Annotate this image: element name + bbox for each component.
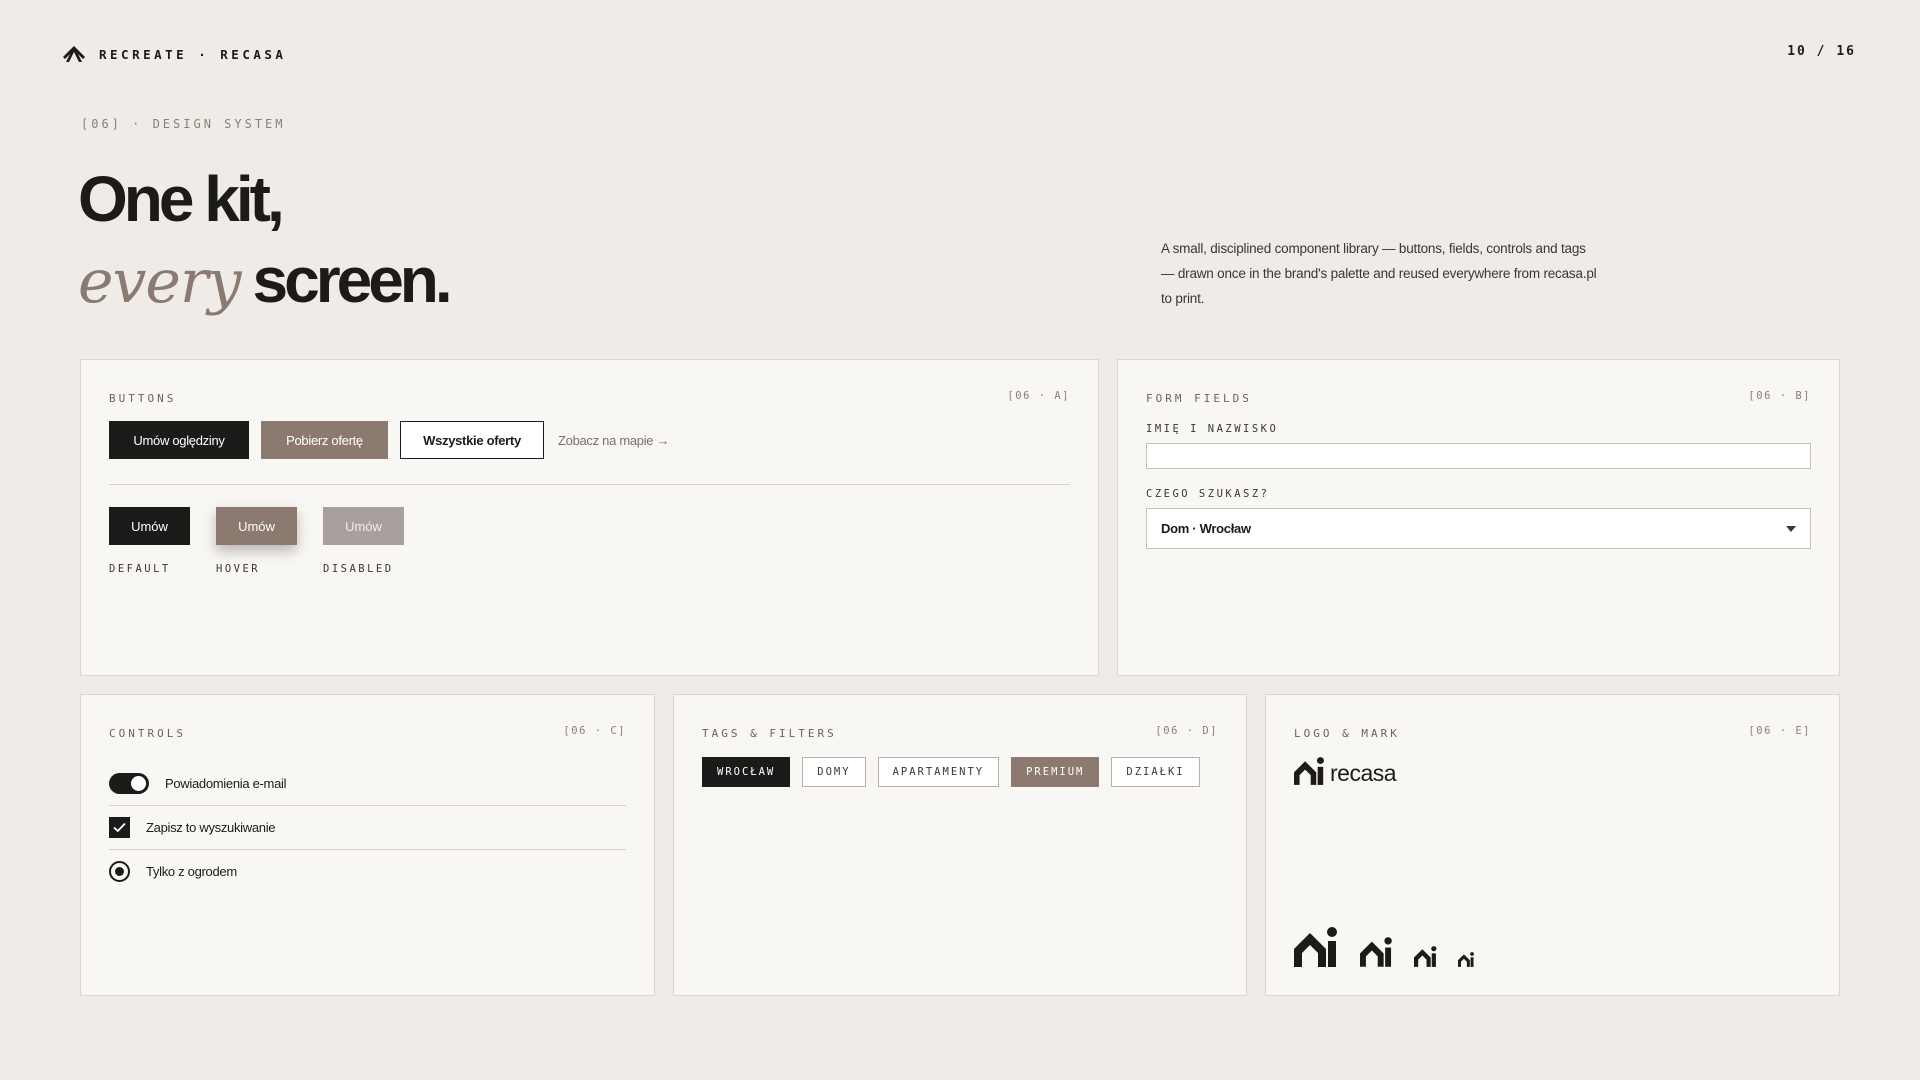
headline-line2: every screen. [78,238,453,340]
default-state-button[interactable]: Umów [109,507,190,545]
name-field[interactable] [1146,443,1811,469]
headline-line1: One kit, [78,163,285,235]
button-variants: Umów oględziny Pobierz ofertę Wszystkie … [109,421,670,459]
card-title: TAGS & FILTERS [702,727,837,740]
page-title: One kit, every screen. [78,160,453,340]
tag-dzialki[interactable]: DZIAŁKI [1111,757,1200,787]
logo-lockup: recasa [1294,757,1397,786]
logo-wordmark: recasa [1330,760,1397,786]
hover-state-button[interactable]: Umów [216,507,297,545]
house-mark-icon [1458,952,1474,967]
state-default: Umów DEFAULT [109,507,190,575]
divider [109,484,1070,485]
tag-list: WROCŁAW DOMY APARTAMENTY PREMIUM DZIAŁKI [702,757,1200,787]
radio-label: Tylko z ogrodem [146,863,237,879]
state-label: DISABLED [323,563,394,575]
email-notifications-control: Powiadomienia e-mail [109,761,626,805]
primary-button[interactable]: Umów oględziny [109,421,249,459]
card-code: [06 · D] [1155,725,1218,737]
card-title: FORM FIELDS [1146,392,1252,405]
checkbox-label: Zapisz to wyszukiwanie [146,819,276,835]
outline-button[interactable]: Wszystkie oferty [400,421,544,459]
house-mark-icon [1294,757,1324,785]
intro-description: A small, disciplined component library —… [1161,241,1597,306]
name-field-label: IMIĘ I NAZWISKO [1146,423,1279,435]
state-label: HOVER [216,563,261,575]
card-code: [06 · E] [1748,725,1811,737]
state-disabled: Umów DISABLED [323,507,404,575]
brand-leaf-icon [63,46,85,62]
card-title: BUTTONS [109,392,177,405]
brand-name: RECREATE · RECASA [99,46,287,62]
section-label: [06] · DESIGN SYSTEM [81,117,286,131]
secondary-button[interactable]: Pobierz ofertę [261,421,388,459]
tags-filters-card: TAGS & FILTERS [06 · D] WROCŁAW DOMY APA… [673,694,1247,996]
form-fields-card: FORM FIELDS [06 · B] IMIĘ I NAZWISKO CZE… [1117,359,1840,676]
house-mark-icon [1414,946,1437,967]
card-title: CONTROLS [109,727,186,740]
house-mark-icon [1360,937,1392,967]
logo-mark-card: LOGO & MARK [06 · E] recasa [1265,694,1840,996]
headline-italic: every [78,247,241,317]
card-title: LOGO & MARK [1294,727,1400,740]
house-mark-icon [1294,927,1337,967]
state-hover: Umów HOVER [216,507,297,575]
chevron-down-icon [1786,525,1796,532]
search-select[interactable]: Dom · Wrocław [1146,508,1811,549]
garden-only-radio[interactable] [109,860,130,882]
card-code: [06 · C] [563,725,626,737]
tag-premium[interactable]: PREMIUM [1011,757,1100,787]
disabled-state-button: Umów [323,507,404,545]
checkmark-icon [113,822,126,832]
tag-apartamenty[interactable]: APARTAMENTY [877,757,1000,787]
tag-domy[interactable]: DOMY [802,757,866,787]
tag-wroclaw[interactable]: WROCŁAW [702,757,791,787]
headline-bold: screen. [252,244,453,316]
card-code: [06 · A] [1007,390,1070,402]
save-search-control: Zapisz to wyszukiwanie [109,805,626,849]
mark-sizes [1294,927,1475,967]
button-states: Umów DEFAULT Umów HOVER Umów DISABLED [109,507,404,575]
search-field-label: CZEGO SZUKASZ? [1146,488,1270,500]
brand[interactable]: RECREATE · RECASA [63,45,286,63]
controls-card: CONTROLS [06 · C] Powiadomienia e-mail Z… [80,694,655,996]
email-notifications-toggle[interactable] [109,772,149,794]
card-code: [06 · B] [1748,390,1811,402]
page-counter: 10 / 16 [1787,44,1856,59]
map-link[interactable]: Zobacz na mapie → [558,433,670,448]
garden-only-control: Tylko z ogrodem [109,849,626,893]
save-search-checkbox[interactable] [109,816,130,838]
state-label: DEFAULT [109,563,171,575]
search-select-value: Dom · Wrocław [1161,521,1251,536]
toggle-label: Powiadomienia e-mail [165,775,287,791]
buttons-card: BUTTONS [06 · A] Umów oględziny Pobierz … [80,359,1099,676]
